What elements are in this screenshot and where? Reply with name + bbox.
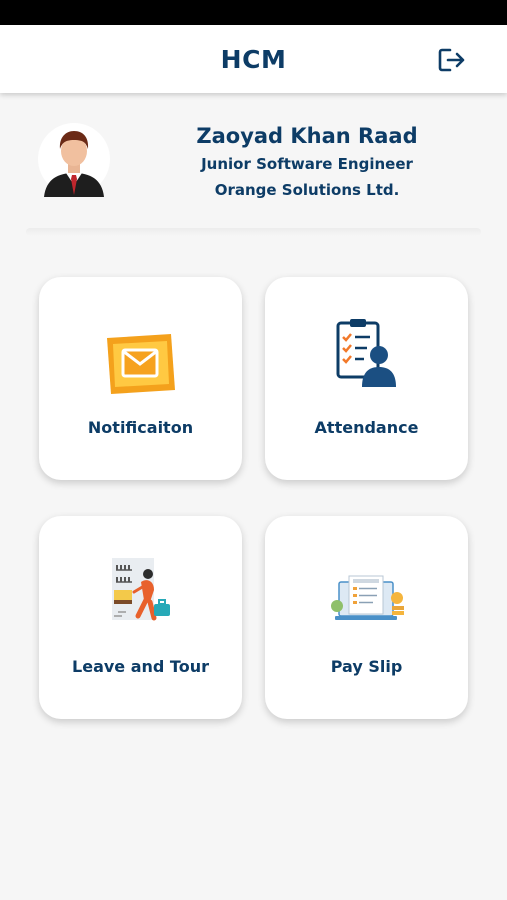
pay-slip-tile[interactable]: Pay Slip <box>265 516 468 719</box>
status-bar <box>0 0 507 25</box>
tile-label: Pay Slip <box>330 657 403 676</box>
logout-icon <box>438 48 465 72</box>
tile-label: Attendance <box>314 418 419 437</box>
logout-button[interactable] <box>437 46 467 74</box>
tile-label: Notificaiton <box>87 418 194 437</box>
notification-tile[interactable]: Notificaiton <box>39 277 242 480</box>
businessman-avatar-icon <box>38 123 110 197</box>
profile-name: Zaoyad Khan Raad <box>196 124 418 148</box>
profile-details: Zaoyad Khan Raad Junior Software Enginee… <box>152 121 462 203</box>
divider <box>26 228 481 236</box>
leave-and-tour-tile[interactable]: Leave and Tour <box>39 516 242 719</box>
clipboard-person-icon <box>336 319 396 387</box>
app-bar: HCM <box>0 25 507 93</box>
avatar <box>38 121 110 197</box>
profile-designation: Junior Software Engineer <box>201 155 413 173</box>
attendance-tile[interactable]: Attendance <box>265 277 468 480</box>
envelope-icon <box>106 334 175 394</box>
salary-slip-icon <box>330 575 404 620</box>
profile-card: Zaoyad Khan Raad Junior Software Enginee… <box>0 93 507 233</box>
traveler-icon <box>111 558 170 621</box>
tile-label: Leave and Tour <box>72 657 209 676</box>
profile-company: Orange Solutions Ltd. <box>214 181 400 199</box>
page-title: HCM <box>220 45 287 74</box>
